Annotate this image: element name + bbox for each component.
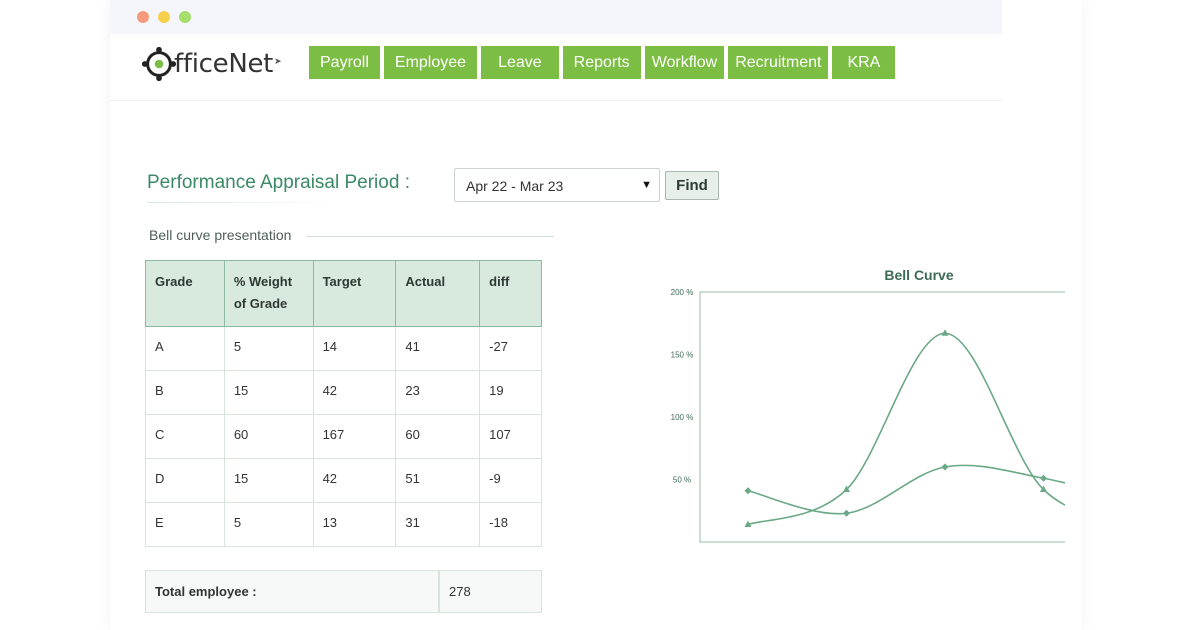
y-tick-label: 50 %: [673, 476, 691, 485]
table-header-row: Grade % Weight of Grade Target Actual di…: [145, 260, 542, 327]
section-divider: [306, 236, 554, 237]
bell-curve-svg: Bell Curve 200 % 150 % 100 % 50 %: [671, 267, 1171, 543]
total-employee-label: Total employee :: [155, 584, 257, 599]
cell-target: 42: [312, 458, 397, 503]
table-row: B 15 42 23 19: [145, 370, 542, 415]
nav-reports[interactable]: Reports: [562, 46, 641, 79]
nav-workflow[interactable]: Workflow: [644, 46, 725, 79]
window-chrome: [110, 0, 1002, 34]
app-header: fficeNet ➤ Payroll Employee Leave Report…: [110, 34, 1002, 101]
table-row: C 60 167 60 107: [145, 414, 542, 459]
section-label: Bell curve presentation: [149, 227, 292, 243]
header-target: Target: [312, 260, 397, 327]
nav-payroll[interactable]: Payroll: [309, 46, 380, 79]
cell-target: 167: [312, 414, 397, 459]
period-label: Performance Appraisal Period :: [147, 172, 410, 193]
cell-grade: B: [145, 370, 225, 415]
cell-actual: 51: [395, 458, 481, 503]
cell-actual: 31: [395, 502, 481, 547]
cell-target: 13: [312, 502, 397, 547]
cell-diff: -27: [479, 326, 542, 371]
cell-grade: C: [145, 414, 225, 459]
cell-diff: -18: [479, 502, 542, 547]
find-button[interactable]: Find: [665, 171, 719, 200]
officenet-logo[interactable]: fficeNet ➤: [140, 44, 282, 84]
app-window: fficeNet ➤ Payroll Employee Leave Report…: [110, 0, 1171, 630]
period-select[interactable]: Apr 22 - Mar 23 ▼: [454, 168, 660, 202]
nav-leave[interactable]: Leave: [481, 46, 559, 79]
main-nav: Payroll Employee Leave Reports Workflow …: [309, 46, 899, 79]
nav-recruitment[interactable]: Recruitment: [728, 46, 829, 79]
period-label-underline: [147, 202, 343, 203]
cell-weight: 60: [223, 414, 314, 459]
header-grade: Grade: [145, 260, 225, 327]
cell-actual: 41: [395, 326, 481, 371]
cell-grade: E: [145, 502, 225, 547]
total-employee-value: 278: [449, 584, 471, 599]
bell-curve-chart: Bell Curve 200 % 150 % 100 % 50 %: [555, 258, 1171, 558]
y-tick-label: 100 %: [671, 413, 694, 422]
caret-down-icon: ▼: [641, 179, 652, 191]
close-window-dot[interactable]: [137, 11, 149, 23]
cell-diff: 19: [479, 370, 542, 415]
total-divider: [438, 571, 440, 612]
cell-weight: 5: [223, 502, 314, 547]
header-weight: % Weight of Grade: [223, 260, 314, 327]
y-tick-label: 150 %: [671, 351, 694, 360]
y-tick-label: 200 %: [671, 288, 694, 297]
total-employee-box: Total employee : 278: [145, 570, 542, 613]
cell-weight: 15: [223, 370, 314, 415]
period-select-value: Apr 22 - Mar 23: [466, 178, 564, 194]
cell-weight: 5: [223, 326, 314, 371]
nav-employee[interactable]: Employee: [383, 46, 478, 79]
cell-diff: -9: [479, 458, 542, 503]
table-row: E 5 13 31 -18: [145, 502, 542, 547]
table-row: A 5 14 41 -27: [145, 326, 542, 371]
logo-wordmark: fficeNet: [174, 49, 274, 79]
chart-title: Bell Curve: [884, 267, 953, 283]
minimize-window-dot[interactable]: [158, 11, 170, 23]
officenet-logo-icon: [141, 46, 177, 82]
nav-kra[interactable]: KRA: [832, 46, 896, 79]
cell-grade: D: [145, 458, 225, 503]
cell-actual: 23: [395, 370, 481, 415]
maximize-window-dot[interactable]: [179, 11, 191, 23]
table-row: D 15 42 51 -9: [145, 458, 542, 503]
cell-grade: A: [145, 326, 225, 371]
grade-table: Grade % Weight of Grade Target Actual di…: [145, 260, 542, 547]
cell-weight: 15: [223, 458, 314, 503]
plot-frame: [699, 291, 1171, 543]
cell-actual: 60: [395, 414, 481, 459]
header-actual: Actual: [395, 260, 481, 327]
cell-target: 42: [312, 370, 397, 415]
logo-arrow-icon: ➤: [274, 55, 282, 66]
cell-diff: 107: [479, 414, 542, 459]
cell-target: 14: [312, 326, 397, 371]
header-diff: diff: [479, 260, 542, 327]
